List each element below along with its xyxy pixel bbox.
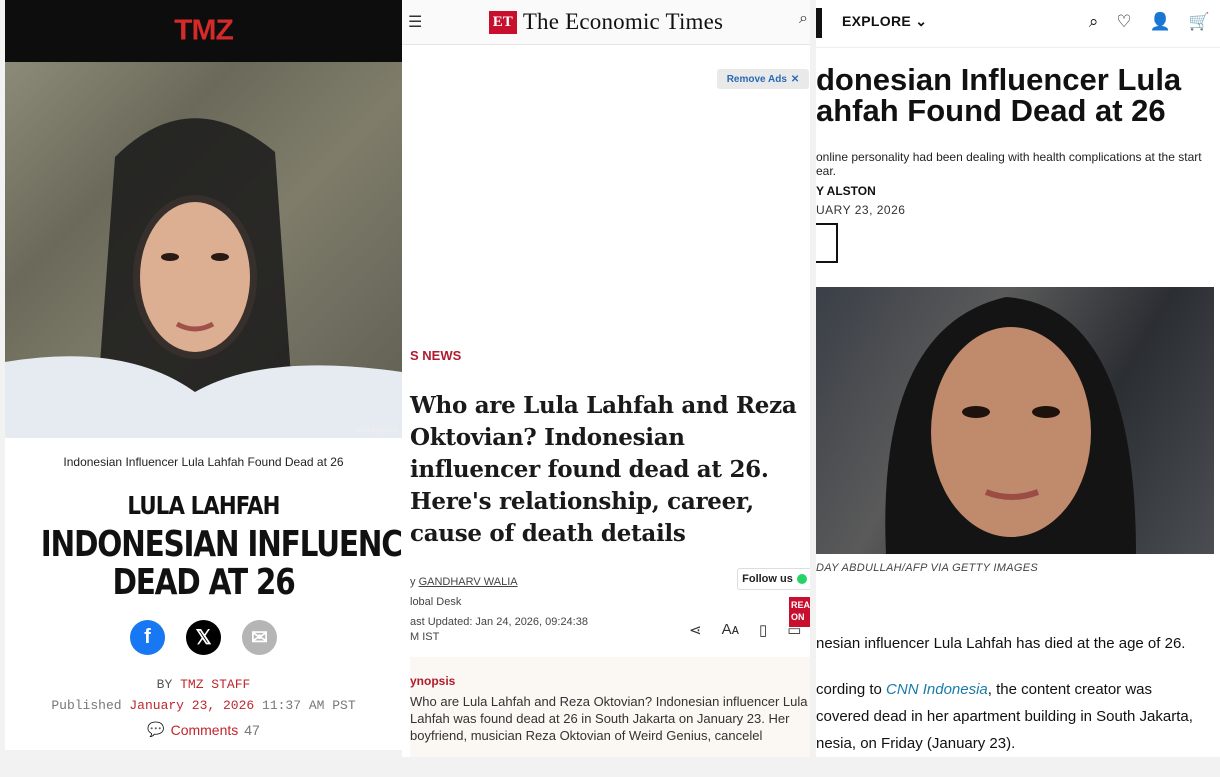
comments-link[interactable]: 💬 Comments 47 (5, 721, 402, 738)
portrait-image (885, 297, 1136, 554)
article-tools: ⋖ Aᴀ ▯ ▭ (689, 621, 801, 639)
article-meta: y GANDHARV WALIA lobal Desk ast Updated:… (410, 572, 588, 647)
desk-label: lobal Desk (410, 596, 462, 608)
section-label[interactable]: S NEWS (410, 348, 461, 363)
synopsis-box: ynopsis Who are Lula Lahfah and Reza Okt… (410, 657, 810, 757)
tmz-portrait-image (5, 118, 402, 438)
article-dek: online personality had been dealing with… (816, 150, 1220, 178)
cnn-indonesia-link[interactable]: CNN Indonesia (886, 681, 988, 698)
dek-line: ear. (816, 164, 837, 178)
facebook-icon: f (144, 626, 151, 648)
share-icon[interactable]: ⋖ (689, 621, 702, 639)
et-logo-name: The Economic Times (522, 9, 724, 34)
body-text: nesia, on Friday (January 23). (816, 735, 1016, 752)
author-link[interactable]: GANDHARV WALIA (419, 576, 518, 588)
follow-us-button[interactable]: Follow us (737, 568, 810, 590)
third-article-panel: EXPLORE ⌄ ⌕ ♡ 👤 🛒 donesian Influencer Lu… (816, 0, 1220, 757)
author-prefix: y (410, 576, 416, 588)
share-buttons: f 𝕏 ✉ (5, 620, 402, 655)
remove-ads-label: Remove Ads (726, 73, 787, 85)
photo-credit: Instagram/ (355, 424, 398, 434)
comment-icon: 💬 (147, 721, 165, 737)
comments-count: 47 (244, 721, 260, 738)
author-link[interactable]: TMZ STAFF (180, 677, 250, 692)
nav-icons: ⌕ ♡ 👤 🛒 (1089, 12, 1210, 32)
et-article-panel: ☰ ET The Economic Times ⌕ Remove Ads ✕ S… (402, 0, 810, 757)
byline: BY TMZ STAFF (5, 677, 402, 692)
chevron-down-icon: ⌄ (915, 13, 928, 29)
bookmark-icon[interactable]: ▯ (759, 621, 767, 639)
headline-line: DEAD AT 26 (112, 562, 295, 603)
body-paragraph: cording to CNN Indonesia, the content cr… (816, 676, 1220, 757)
article-headline: Who are Lula Lahfah and Reza Oktovian? I… (410, 392, 797, 547)
top-nav: EXPLORE ⌄ ⌕ ♡ 👤 🛒 (816, 0, 1220, 48)
published-line: Published January 23, 2026 11:37 AM PST (5, 698, 402, 713)
body-paragraph: nesian influencer Lula Lahfah has died a… (816, 635, 1186, 652)
headline-line: donesian Influencer Lula (816, 62, 1182, 97)
byline[interactable]: Y ALSTON (816, 184, 876, 198)
account-icon[interactable]: 👤 (1150, 12, 1171, 32)
article-kicker: LULA LAHFAH (127, 491, 280, 520)
et-header: ☰ ET The Economic Times ⌕ (402, 0, 810, 45)
body-text: covered dead in her apartment building i… (816, 708, 1193, 725)
menu-icon[interactable]: ☰ (408, 12, 422, 32)
facebook-share-button[interactable]: f (130, 620, 165, 655)
heart-icon[interactable]: ♡ (1116, 12, 1131, 32)
tmz-article-panel: TMZ Instagram/ Indonesian Influencer Lul… (5, 0, 402, 750)
image-caption: Indonesian Influencer Lula Lahfah Found … (63, 455, 344, 469)
font-size-icon[interactable]: Aᴀ (722, 621, 739, 639)
body-text: , the content creator was (987, 681, 1153, 698)
tmz-logo[interactable]: TMZ (174, 15, 234, 47)
share-box[interactable] (816, 223, 838, 263)
remove-ads-button[interactable]: Remove Ads ✕ (717, 69, 809, 89)
by-label: BY (156, 677, 173, 692)
close-icon: ✕ (790, 73, 800, 85)
cart-icon[interactable]: 🛒 (1189, 12, 1210, 32)
x-share-button[interactable]: 𝕏 (186, 620, 221, 655)
body-text: cording to (816, 681, 887, 698)
et-logo[interactable]: ET The Economic Times (488, 9, 724, 35)
x-icon: 𝕏 (195, 627, 212, 649)
synopsis-text: Who are Lula Lahfah and Reza Oktovian? I… (410, 694, 808, 743)
et-logo-badge: ET (488, 10, 517, 34)
headline-line: ahfah Found Dead at 26 (816, 93, 1166, 128)
mail-icon: ✉ (251, 627, 268, 649)
article-headline: donesian Influencer Lula ahfah Found Dea… (816, 64, 1220, 126)
follow-label: Follow us (742, 573, 793, 585)
comments-label: Comments (170, 721, 239, 738)
whatsapp-icon (796, 574, 807, 584)
synopsis-title: ynopsis (410, 674, 456, 688)
publish-date: UARY 23, 2026 (816, 203, 906, 217)
article-headline: INDONESIAN INFLUENCER DEAD AT 26 (40, 524, 402, 603)
published-date: January 23, 2026 (129, 698, 255, 713)
tmz-header: TMZ (5, 0, 402, 62)
email-share-button[interactable]: ✉ (242, 620, 277, 655)
explore-menu[interactable]: EXPLORE ⌄ (842, 13, 927, 30)
tmz-hero-image: Instagram/ (5, 62, 402, 438)
headline-line: INDONESIAN INFLUENCER (40, 524, 402, 565)
article-photo (816, 287, 1214, 554)
published-label: Published (51, 698, 122, 713)
search-icon[interactable]: ⌕ (799, 10, 808, 28)
photo-credit: DAY ABDULLAH/AFP VIA GETTY IMAGES (816, 562, 1039, 574)
logo-bar[interactable] (816, 8, 822, 38)
search-icon[interactable]: ⌕ (1089, 12, 1099, 32)
explore-label: EXPLORE (842, 13, 912, 29)
dek-line: online personality had been dealing with… (816, 150, 1202, 164)
published-time: 11:37 AM PST (262, 698, 356, 713)
comment-icon[interactable]: ▭ (787, 621, 801, 639)
